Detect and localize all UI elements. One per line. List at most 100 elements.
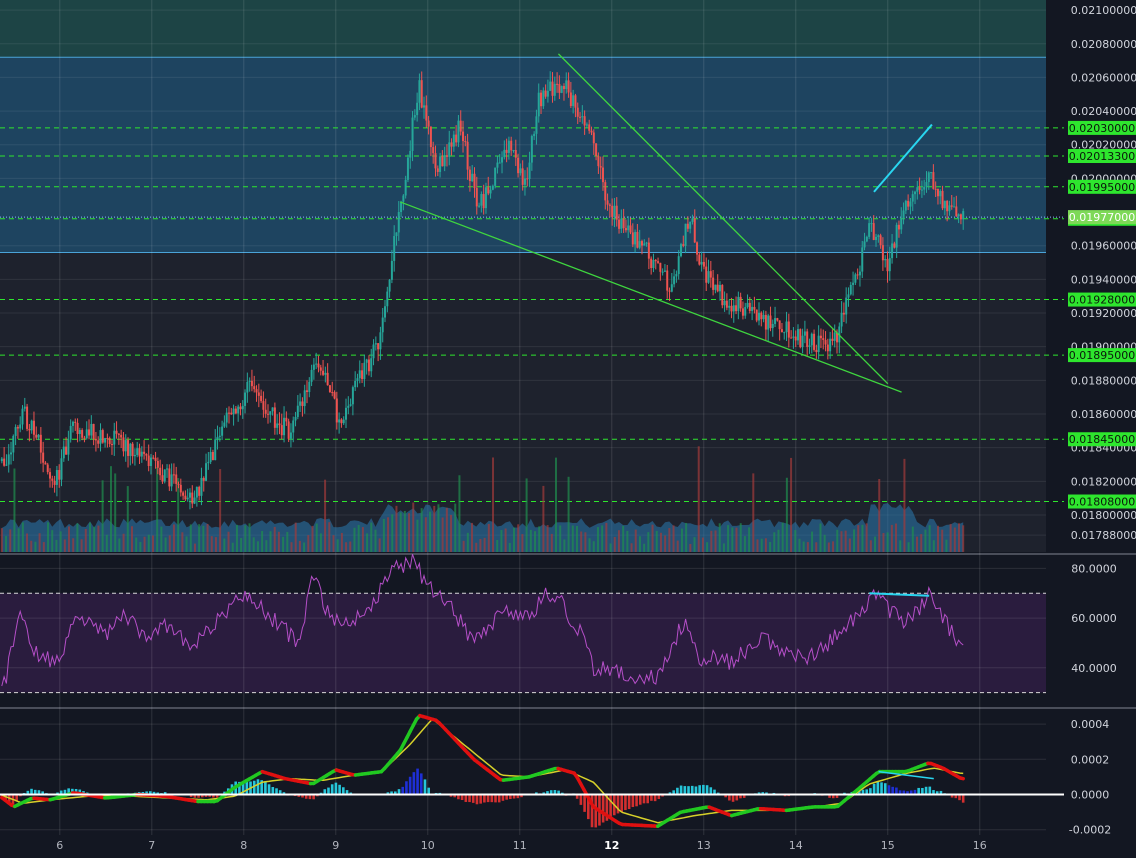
- candle-body: [694, 218, 696, 242]
- candle-body: [329, 385, 331, 392]
- volume-bar: [152, 536, 154, 552]
- volume-bar: [383, 519, 385, 552]
- volume-bar: [416, 520, 418, 552]
- candle-body: [178, 484, 180, 485]
- candle-body: [347, 406, 349, 408]
- candle-body: [28, 429, 30, 430]
- volume-bar: [47, 522, 49, 552]
- candle-body: [182, 492, 184, 495]
- x-tick-label: 12: [604, 839, 619, 852]
- candle-body: [409, 151, 411, 158]
- candle-body: [17, 427, 19, 428]
- candle-body: [765, 315, 767, 330]
- candle-body: [480, 194, 482, 206]
- candle-body: [173, 474, 175, 475]
- volume-bar: [479, 539, 481, 552]
- candle-body: [932, 172, 934, 189]
- candle-body: [515, 150, 517, 158]
- candle-body: [533, 134, 535, 136]
- candle-body: [687, 224, 689, 229]
- candle-body: [10, 452, 12, 454]
- candle-body: [554, 84, 556, 96]
- candle-body: [320, 367, 322, 370]
- macd-histogram-bar: [962, 795, 965, 803]
- macd-histogram-bar: [698, 785, 701, 794]
- candle-body: [735, 305, 737, 311]
- volume-bar: [353, 528, 355, 552]
- candle-body: [343, 420, 345, 424]
- macd-histogram-bar: [888, 785, 891, 794]
- candle-body: [38, 435, 40, 438]
- candle-body: [467, 142, 469, 170]
- candle-body: [171, 474, 173, 486]
- candle-body: [386, 292, 388, 307]
- volume-bar: [1, 528, 3, 552]
- candle-body: [552, 82, 554, 96]
- candle-body: [691, 218, 693, 221]
- volume-bar: [849, 539, 851, 552]
- macd-histogram-bar: [602, 795, 605, 823]
- candle-body: [379, 332, 381, 349]
- candle-body: [249, 381, 251, 382]
- volume-bar: [295, 523, 297, 552]
- volume-bar: [299, 541, 301, 552]
- volume-bar: [5, 536, 7, 552]
- macd-histogram-bar: [676, 788, 679, 795]
- candle-body: [928, 172, 930, 182]
- candle-body: [519, 168, 521, 173]
- candle-body: [912, 194, 914, 201]
- volume-bar: [442, 518, 444, 552]
- candle-body: [939, 191, 941, 196]
- candle-body: [368, 360, 370, 372]
- candle-body: [907, 201, 909, 207]
- candle-body: [678, 256, 680, 274]
- candle-body: [437, 168, 439, 172]
- candle-body: [145, 454, 147, 456]
- volume-bar: [244, 525, 246, 552]
- candle-body: [414, 115, 416, 117]
- candle-body: [469, 170, 471, 181]
- volume-bar: [311, 526, 313, 552]
- volume-bar: [72, 538, 74, 552]
- candle-body: [44, 463, 46, 465]
- candle-body: [643, 243, 645, 245]
- candle-body: [24, 407, 26, 409]
- macd-histogram-bar: [928, 787, 931, 795]
- trading-chart[interactable]: 6789101112131415160.021000000.020800000.…: [0, 0, 1136, 854]
- volume-bar: [622, 526, 624, 552]
- volume-bar: [891, 525, 893, 552]
- candle-body: [47, 465, 49, 473]
- candle-body: [412, 118, 414, 151]
- candle-body: [935, 189, 937, 190]
- volume-bar: [286, 532, 288, 552]
- candle-body: [517, 158, 519, 173]
- volume-bar: [60, 531, 62, 552]
- volume-bar: [756, 539, 758, 552]
- candle-body: [689, 222, 691, 229]
- candle-body: [710, 271, 712, 277]
- candle-body: [155, 458, 157, 461]
- candle-body: [632, 232, 634, 244]
- candle-body: [875, 237, 877, 240]
- candle-body: [187, 498, 189, 500]
- candle-body: [168, 468, 170, 486]
- macd-tick-label: 0.0004: [1071, 718, 1110, 731]
- candle-body: [866, 237, 868, 242]
- candle-body: [634, 232, 636, 245]
- candle-body: [671, 284, 673, 291]
- current-price-label: 0.01977000: [1069, 211, 1135, 224]
- candle-body: [389, 280, 391, 292]
- candle-body: [646, 243, 648, 244]
- candle-body: [308, 382, 310, 392]
- candle-body: [916, 187, 918, 191]
- candle-body: [577, 108, 579, 117]
- candle-body: [285, 418, 287, 422]
- volume-bar: [576, 526, 578, 552]
- candle-body: [352, 387, 354, 404]
- chart-canvas[interactable]: 6789101112131415160.021000000.020800000.…: [0, 0, 1136, 854]
- candle-body: [496, 163, 498, 168]
- candle-body: [591, 131, 593, 133]
- candle-body: [233, 409, 235, 415]
- macd-histogram-bar: [268, 784, 271, 794]
- volume-bar: [610, 543, 612, 552]
